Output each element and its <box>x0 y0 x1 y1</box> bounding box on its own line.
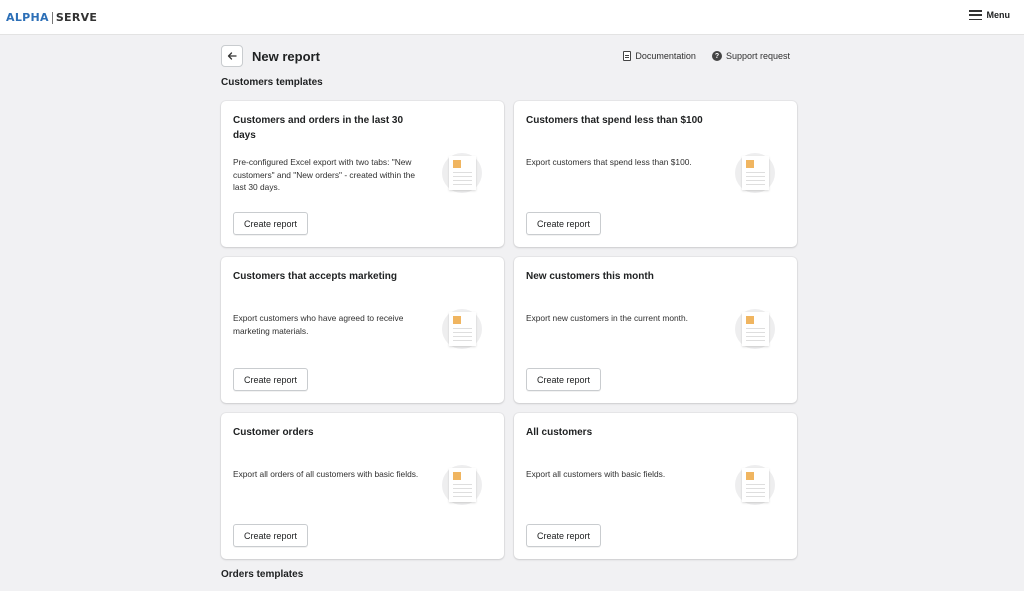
report-document-icon <box>442 309 482 349</box>
hamburger-icon <box>968 10 982 20</box>
report-document-icon <box>442 465 482 505</box>
back-button[interactable] <box>221 45 243 67</box>
report-document-icon <box>442 153 482 193</box>
document-icon <box>623 51 632 61</box>
card-description: Pre-configured Excel export with two tab… <box>233 157 416 192</box>
template-card: New customers this month Export new cust… <box>514 257 797 403</box>
arrow-left-icon <box>227 52 237 60</box>
logo-text-alpha: ALPHA <box>6 11 49 24</box>
report-document-icon <box>735 309 775 349</box>
logo-divider <box>51 11 53 24</box>
top-bar: ALPHA SERVE Menu <box>0 0 1024 35</box>
card-title: Customers that spend less than $100 <box>526 115 703 126</box>
card-title: Customers that accepts marketing <box>233 271 397 282</box>
card-description: Export customers that spend less than $1… <box>526 157 692 167</box>
card-title: Customer orders <box>233 427 314 438</box>
menu-label: Menu <box>986 10 1011 20</box>
card-description: Export all orders of all customers with … <box>233 469 419 479</box>
create-report-button[interactable]: Create report <box>233 212 309 235</box>
create-report-button[interactable]: Create report <box>233 524 309 547</box>
logo-text-serve: SERVE <box>55 11 98 24</box>
create-report-button[interactable]: Create report <box>233 368 309 391</box>
template-card: Customers that spend less than $100 Expo… <box>514 101 797 247</box>
report-document-icon <box>735 153 775 193</box>
page-title: New report <box>252 48 320 64</box>
template-card: Customers that accepts marketing Export … <box>221 257 504 403</box>
card-title: All customers <box>526 427 593 438</box>
alpha-serve-logo[interactable]: ALPHA SERVE <box>6 11 97 24</box>
create-report-button[interactable]: Create report <box>526 212 602 235</box>
menu-button[interactable]: Menu <box>968 10 1011 20</box>
support-request-label: Support request <box>725 51 790 61</box>
customers-templates-heading: Customers templates <box>221 77 323 88</box>
support-request-link[interactable]: ? Support request <box>711 51 790 61</box>
template-card: Customer orders Export all orders of all… <box>221 413 504 559</box>
page-header: New report Documentation ? Support reque… <box>221 44 797 68</box>
template-card: Customers and orders in the last 30 days… <box>221 101 504 247</box>
question-circle-icon: ? <box>711 51 722 61</box>
card-title: New customers this month <box>526 271 654 282</box>
orders-templates-heading: Orders templates <box>221 569 304 580</box>
create-report-button[interactable]: Create report <box>526 524 602 547</box>
documentation-link[interactable]: Documentation <box>623 51 696 61</box>
card-description: Export new customers in the current mont… <box>526 313 688 323</box>
header-links: Documentation ? Support request <box>623 51 790 61</box>
customers-template-grid: Customers and orders in the last 30 days… <box>221 101 798 559</box>
report-document-icon <box>735 465 775 505</box>
template-card: All customers Export all customers with … <box>514 413 797 559</box>
card-description: Export customers who have agreed to rece… <box>233 313 404 336</box>
card-description: Export all customers with basic fields. <box>526 469 666 479</box>
create-report-button[interactable]: Create report <box>526 368 602 391</box>
card-title: Customers and orders in the last 30 days <box>233 115 404 141</box>
documentation-label: Documentation <box>635 51 696 61</box>
